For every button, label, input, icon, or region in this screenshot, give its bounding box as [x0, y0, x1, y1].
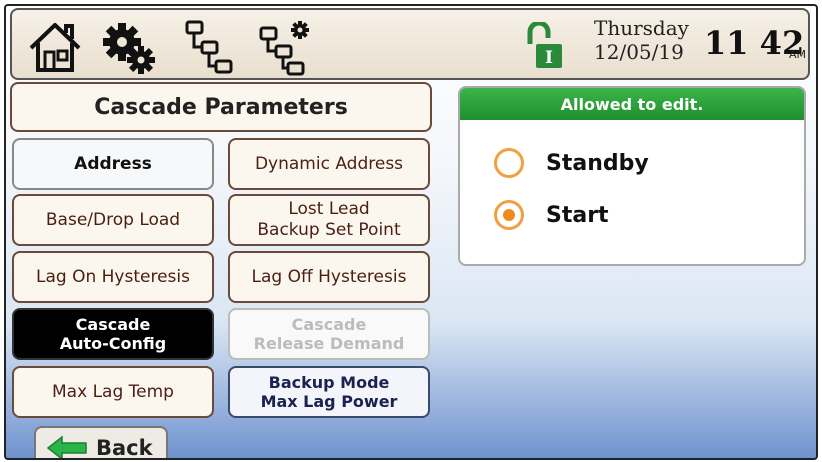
base-drop-load-button[interactable]: Base/Drop Load	[12, 194, 214, 246]
back-button[interactable]: Back	[34, 426, 168, 460]
dynamic-address-button[interactable]: Dynamic Address	[228, 138, 430, 190]
back-label: Back	[96, 436, 153, 460]
date-display: Thursday 12/05/19	[594, 16, 704, 64]
back-arrow-icon	[46, 435, 87, 458]
release-demand-label-line2: Release Demand	[253, 334, 405, 353]
lag-off-hysteresis-label: Lag Off Hysteresis	[251, 266, 407, 287]
lost-lead-label-line2: Backup Set Point	[257, 220, 401, 240]
standby-label: Standby	[546, 150, 649, 176]
standby-radio[interactable]	[494, 148, 524, 178]
edit-status-banner: Allowed to edit.	[460, 88, 804, 120]
touchscreen: I Thursday 12/05/19 11 42 AM Cascade Par…	[4, 4, 818, 460]
day-label: Thursday	[594, 16, 689, 40]
start-option[interactable]: Start	[494, 200, 609, 230]
release-demand-label-line1: Cascade	[291, 315, 367, 334]
start-label: Start	[546, 202, 609, 228]
cascade-mode-panel: Allowed to edit. Standby Start	[458, 86, 806, 266]
backup-mode-label-line2: Max Lag Power	[260, 392, 398, 411]
max-lag-temp-button[interactable]: Max Lag Temp	[12, 366, 214, 418]
lock-badge: I	[545, 48, 553, 68]
address-button-label: Address	[74, 153, 152, 174]
auto-config-label-line1: Cascade	[75, 315, 151, 334]
lost-lead-backup-set-point-button[interactable]: Lost Lead Backup Set Point	[228, 194, 430, 246]
standby-option[interactable]: Standby	[494, 148, 649, 178]
lag-off-hysteresis-button[interactable]: Lag Off Hysteresis	[228, 251, 430, 303]
lost-lead-label-line1: Lost Lead	[288, 199, 370, 219]
page-title: Cascade Parameters	[10, 82, 432, 132]
backup-mode-max-lag-power-button[interactable]: Backup Mode Max Lag Power	[228, 366, 430, 418]
dynamic-address-label: Dynamic Address	[254, 153, 404, 174]
base-drop-load-label: Base/Drop Load	[45, 209, 181, 230]
lag-on-hysteresis-label: Lag On Hysteresis	[36, 266, 190, 287]
address-button[interactable]: Address	[12, 138, 214, 190]
top-bar: I Thursday 12/05/19 11 42 AM	[10, 8, 810, 80]
backup-mode-label-line1: Backup Mode	[268, 373, 390, 392]
max-lag-temp-label: Max Lag Temp	[52, 381, 174, 402]
lag-on-hysteresis-button[interactable]: Lag On Hysteresis	[12, 251, 214, 303]
start-radio[interactable]	[494, 200, 524, 230]
cascade-network-icon[interactable]	[182, 18, 240, 76]
cascade-auto-config-button[interactable]: Cascade Auto-Config	[12, 308, 214, 360]
clock-ampm: AM	[789, 48, 807, 61]
settings-gears-icon[interactable]	[100, 18, 158, 76]
home-icon[interactable]	[26, 18, 84, 76]
date-label: 12/05/19	[594, 40, 684, 64]
auto-config-label-line2: Auto-Config	[59, 334, 167, 353]
unlocked-padlock-icon[interactable]: I	[524, 20, 564, 70]
cascade-release-demand-button: Cascade Release Demand	[228, 308, 430, 360]
cascade-network-settings-icon[interactable]	[256, 18, 314, 76]
